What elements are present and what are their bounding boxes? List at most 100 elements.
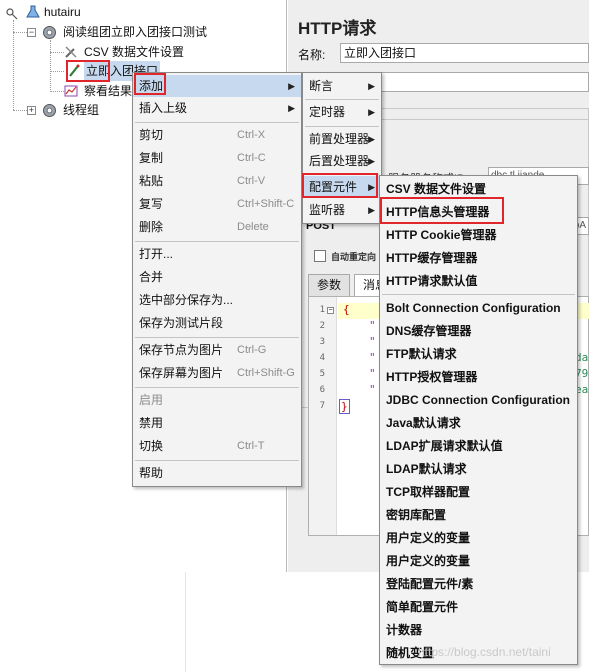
gear-icon <box>42 103 57 124</box>
menu-item-shortcut: Ctrl+Shift-G <box>237 367 295 379</box>
menu-item-cut[interactable]: 剪切 Ctrl-X <box>133 124 301 146</box>
menu-item-toggle[interactable]: 切换 Ctrl-T <box>133 435 301 457</box>
menu-item-user-defined-variables[interactable]: 用户定义的变量 <box>380 527 577 549</box>
menu-item-label: 启用 <box>139 393 164 407</box>
tree-node-label: CSV 数据文件设置 <box>84 45 185 59</box>
menu-item-delete[interactable]: 删除 Delete <box>133 216 301 238</box>
menu-item-save-fragment[interactable]: 保存为测试片段 <box>133 312 301 334</box>
expand-icon[interactable]: + <box>27 106 36 115</box>
menu-item-save-selection[interactable]: 选中部分保存为... <box>133 289 301 311</box>
menu-item-login-config[interactable]: 登陆配置元件/素 <box>380 573 577 595</box>
menu-item-save-node-image[interactable]: 保存节点为图片 Ctrl-G <box>133 339 301 361</box>
collapse-icon[interactable]: − <box>27 28 36 37</box>
menu-item-save-screen-image[interactable]: 保存屏幕为图片 Ctrl+Shift-G <box>133 362 301 384</box>
menu-item-keystore-config[interactable]: 密钥库配置 <box>380 504 577 526</box>
menu-item-label: 选中部分保存为... <box>139 293 234 307</box>
menu-item-copy[interactable]: 复制 Ctrl-C <box>133 147 301 169</box>
watermark: https://blog.csdn.net/taini <box>418 645 551 659</box>
menu-item-label: 粘贴 <box>139 174 164 188</box>
menu-item-merge[interactable]: 合并 <box>133 266 301 288</box>
menu-item-user-defined-variables-2[interactable]: 用户定义的变量 <box>380 550 577 572</box>
name-input[interactable]: 立即入团接口 <box>340 43 589 63</box>
menu-item-http-cookie-manager[interactable]: HTTP Cookie管理器 <box>380 224 577 246</box>
line-number: 1 <box>319 305 325 315</box>
context-menu: 添加 ▶ 插入上级 ▶ 剪切 Ctrl-X 复制 Ctrl-C 粘贴 Ctrl-… <box>132 72 302 487</box>
menu-item-insert-parent[interactable]: 插入上级 ▶ <box>133 97 301 119</box>
menu-item-post-processors[interactable]: 后置处理器 ▶ <box>303 150 381 172</box>
menu-item-shortcut: Ctrl-X <box>237 129 266 141</box>
menu-item-dns-cache-manager[interactable]: DNS缓存管理器 <box>380 320 577 342</box>
menu-item-shortcut: Delete <box>237 221 269 233</box>
menu-item-open[interactable]: 打开... <box>133 243 301 265</box>
menu-item-label: 密钥库配置 <box>386 508 447 522</box>
menu-item-shortcut: Ctrl-V <box>237 175 266 187</box>
menu-item-pre-processors[interactable]: 前置处理器 ▶ <box>303 128 381 150</box>
redirect-checkbox[interactable] <box>314 250 326 262</box>
menu-separator <box>135 460 299 461</box>
submenu-arrow-icon: ▶ <box>288 81 295 91</box>
menu-item-label: JDBC Connection Configuration <box>386 393 570 407</box>
line-number: 2 <box>319 321 325 331</box>
menu-separator <box>305 126 379 127</box>
tree-node-thread-group[interactable]: − 阅读组团立即入团接口测试 <box>0 22 287 42</box>
menu-item-duplicate[interactable]: 复写 Ctrl+Shift-C <box>133 193 301 215</box>
code-fragment: " <box>369 383 376 396</box>
tree-node-csv[interactable]: CSV 数据文件设置 <box>0 42 287 62</box>
line-number: 6 <box>319 385 325 395</box>
menu-item-label: 删除 <box>139 220 164 234</box>
submenu-arrow-icon: ▶ <box>368 134 375 144</box>
menu-item-http-cache-manager[interactable]: HTTP缓存管理器 <box>380 247 577 269</box>
divider <box>185 572 186 672</box>
menu-item-help[interactable]: 帮助 <box>133 462 301 484</box>
submenu-arrow-icon: ▶ <box>368 205 375 215</box>
menu-item-label: HTTP请求默认值 <box>386 274 478 288</box>
code-fragment: " <box>369 319 376 332</box>
menu-item-label: 后置处理器 <box>309 154 370 168</box>
menu-item-assertions[interactable]: 断言 ▶ <box>303 75 381 97</box>
menu-item-label: TCP取样器配置 <box>386 485 471 499</box>
line-number: 4 <box>319 353 325 363</box>
menu-item-label: 合并 <box>139 270 164 284</box>
tab-parameters[interactable]: 参数 <box>308 274 351 296</box>
line-number: 7 <box>319 401 325 411</box>
menu-item-paste[interactable]: 粘贴 Ctrl-V <box>133 170 301 192</box>
menu-item-ldap-defaults[interactable]: LDAP默认请求 <box>380 458 577 480</box>
menu-item-ftp-request-defaults[interactable]: FTP默认请求 <box>380 343 577 365</box>
menu-item-bolt-connection[interactable]: Bolt Connection Configuration <box>380 297 577 319</box>
code-close-brace: } <box>339 399 350 414</box>
menu-item-label: 保存为测试片段 <box>139 316 224 330</box>
fold-icon[interactable]: − <box>327 307 334 314</box>
page-title: HTTP请求 <box>298 19 377 38</box>
menu-item-http-auth-manager[interactable]: HTTP授权管理器 <box>380 366 577 388</box>
menu-item-timers[interactable]: 定时器 ▶ <box>303 101 381 123</box>
code-fragment: " <box>369 351 376 364</box>
menu-item-label: 登陆配置元件/素 <box>386 577 474 591</box>
menu-item-counter[interactable]: 计数器 <box>380 619 577 641</box>
menu-item-disable[interactable]: 禁用 <box>133 412 301 434</box>
menu-item-label: 保存节点为图片 <box>139 343 224 357</box>
tree-node-label: 线程组 <box>63 103 100 117</box>
menu-item-http-request-defaults[interactable]: HTTP请求默认值 <box>380 270 577 292</box>
menu-item-label: 打开... <box>139 247 174 261</box>
menu-separator <box>135 241 299 242</box>
menu-item-label: LDAP默认请求 <box>386 462 467 476</box>
submenu-arrow-icon: ▶ <box>288 103 295 113</box>
tree-node-label: 阅读组团立即入团接口测试 <box>63 25 208 39</box>
menu-item-shortcut: Ctrl-C <box>237 152 266 164</box>
menu-item-listeners[interactable]: 监听器 ▶ <box>303 199 381 221</box>
line-number: 3 <box>319 337 325 347</box>
tree-node-root[interactable]: hutairu <box>0 2 287 22</box>
menu-item-tcp-sampler-config[interactable]: TCP取样器配置 <box>380 481 577 503</box>
add-submenu: 断言 ▶ 定时器 ▶ 前置处理器 ▶ 后置处理器 ▶ 配置元件 ▶ 监听器 ▶ <box>302 72 382 224</box>
annotation-box <box>66 60 110 82</box>
line-gutter: 1 2 3 4 5 6 7 − <box>309 297 337 535</box>
menu-item-simple-config[interactable]: 简单配置元件 <box>380 596 577 618</box>
submenu-arrow-icon: ▶ <box>368 81 375 91</box>
menu-separator <box>382 294 575 295</box>
menu-item-label: DNS缓存管理器 <box>386 324 472 338</box>
menu-item-jdbc-connection[interactable]: JDBC Connection Configuration <box>380 389 577 411</box>
submenu-arrow-icon: ▶ <box>368 107 375 117</box>
menu-item-ldap-ext-defaults[interactable]: LDAP扩展请求默认值 <box>380 435 577 457</box>
menu-item-java-request-defaults[interactable]: Java默认请求 <box>380 412 577 434</box>
menu-item-label: 保存屏幕为图片 <box>139 366 224 380</box>
